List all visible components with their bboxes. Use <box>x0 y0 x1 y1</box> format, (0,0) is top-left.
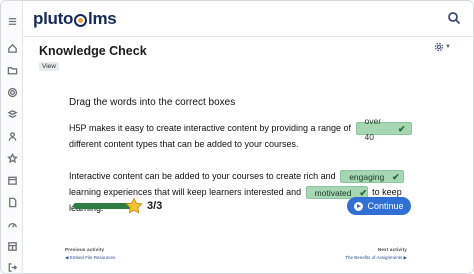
sentence-1-text-end: different content types that can be adde… <box>69 139 299 149</box>
sentence-1: H5P makes it easy to create interactive … <box>69 116 425 152</box>
next-activity-caption: Next activity <box>377 247 407 252</box>
sentence-2-text-middle: learning experiences that will keep lear… <box>69 187 302 197</box>
chevron-down-icon: ▼ <box>445 44 451 50</box>
logo-ring-icon <box>74 13 88 27</box>
menu-icon[interactable] <box>6 15 18 27</box>
previous-activity-link[interactable]: ◀ Embed File Resources <box>65 255 115 261</box>
pluto-lms-logo[interactable]: pluto lms <box>33 9 117 29</box>
left-sidebar <box>1 1 23 273</box>
view-badge[interactable]: View <box>39 62 59 71</box>
activity-settings-button[interactable]: ▼ <box>434 42 451 52</box>
drop-zone-1[interactable]: over 40 ✔ <box>355 116 412 142</box>
check-icon: ✔ <box>392 171 400 182</box>
drop-zone-2[interactable]: engaging ✔ <box>340 170 405 184</box>
document-icon[interactable] <box>6 196 18 208</box>
folder-icon[interactable] <box>6 64 18 76</box>
home-icon[interactable] <box>6 42 18 54</box>
settings-icon[interactable] <box>6 86 18 98</box>
user-icon[interactable] <box>6 130 18 142</box>
sentence-2-text-start: Interactive content can be added to your… <box>69 171 336 181</box>
star-icon[interactable] <box>6 152 18 164</box>
logo-text-left: pluto <box>33 9 74 28</box>
search-icon[interactable] <box>447 11 461 25</box>
layers-icon[interactable] <box>6 108 18 120</box>
sentence-1-text-start: H5P makes it easy to create interactive … <box>69 123 351 133</box>
gear-icon <box>434 42 444 52</box>
drop-zone-1-word: over 40 <box>364 115 382 142</box>
score-text: 3/3 <box>147 200 163 212</box>
continue-label: Continue <box>367 201 404 211</box>
check-icon: ✔ <box>397 123 406 134</box>
task-instruction: Drag the words into the correct boxes <box>69 97 236 108</box>
next-activity[interactable]: Next activity The Benefits of Assignment… <box>345 247 407 261</box>
next-activity-link[interactable]: The Benefits of Assignments ▶ <box>345 255 407 261</box>
top-bar: pluto lms <box>23 1 473 37</box>
activity-footer: 3/3 Continue <box>73 197 411 219</box>
previous-activity-caption: Previous activity <box>65 247 105 252</box>
play-icon <box>354 201 364 211</box>
app-window: pluto lms Knowledge Check View ▼ Drag th… <box>0 0 474 274</box>
logout-icon[interactable] <box>6 261 18 273</box>
logo-text-right: lms <box>88 9 117 28</box>
continue-button[interactable]: Continue <box>347 197 411 215</box>
page-title: Knowledge Check <box>39 44 147 58</box>
star-icon <box>125 197 143 214</box>
gauge-icon[interactable] <box>6 218 18 230</box>
table-icon[interactable] <box>6 240 18 252</box>
calendar-icon[interactable] <box>6 174 18 186</box>
drop-zone-2-word: engaging <box>349 171 385 182</box>
previous-activity[interactable]: Previous activity ◀ Embed File Resources <box>65 247 115 261</box>
